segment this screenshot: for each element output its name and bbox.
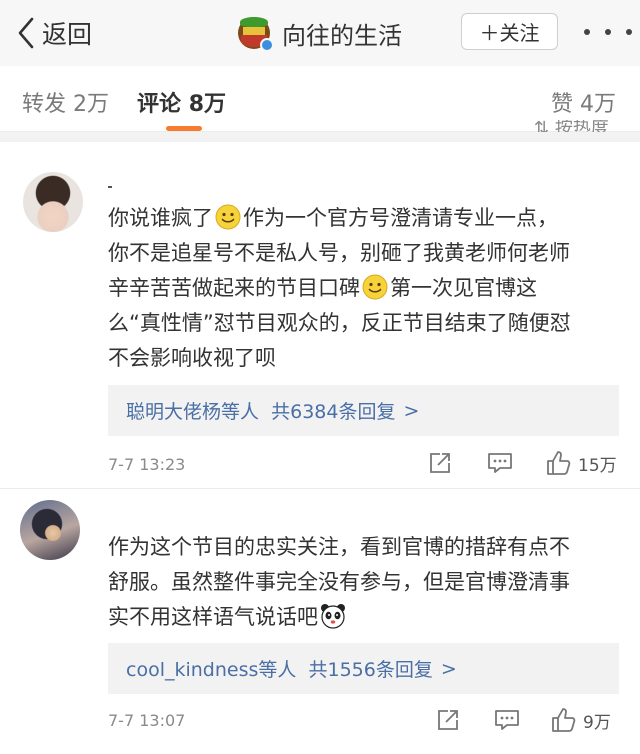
smile-emoji-icon <box>215 204 241 230</box>
page-title: 向往的生活 <box>282 21 402 50</box>
reply-users: 聪明大佬杨等人 <box>126 401 260 423</box>
comment-text-line: 你说谁疯了 作为一个官方号澄清请专业一点， <box>108 202 558 235</box>
account-title[interactable]: 向往的生活 <box>238 14 402 52</box>
comment-text-line: 你不是追星号不是私人号，别砸了我黄老师何老师 <box>108 237 570 270</box>
chevron-right-icon: > <box>440 657 457 680</box>
comment-text-line: 舒服。虽然整件事完全没有参与，但是官博澄清事 <box>108 566 570 599</box>
like-button[interactable]: 15万 <box>546 450 617 476</box>
follow-label: ＋关注 <box>479 21 540 45</box>
tab-repost[interactable]: 转发 2万 <box>22 86 109 118</box>
avatar[interactable] <box>20 500 80 560</box>
back-button[interactable]: 返回 <box>16 14 92 52</box>
smile-emoji-icon <box>362 274 388 300</box>
comment-icon <box>488 453 512 473</box>
comment-icon <box>495 710 519 730</box>
comment-text-line: 不会影响收视了呗 <box>108 342 276 375</box>
like-icon <box>547 451 571 475</box>
panda-emoji-icon <box>320 603 346 629</box>
follow-button[interactable]: ＋关注 <box>461 13 558 50</box>
more-icon[interactable] <box>584 20 632 44</box>
account-logo-icon <box>238 17 274 52</box>
repost-button[interactable] <box>436 708 460 732</box>
chevron-right-icon: > <box>403 399 420 422</box>
back-chevron-icon <box>18 17 34 49</box>
comment-text: 你说谁疯了 <box>108 206 213 230</box>
comment-text-line: 么“真性情”怼节目观众的，反正节目结束了随便怼 <box>108 307 571 340</box>
comment-text-line: 作为这个节目的忠实关注，看到官博的措辞有点不 <box>108 531 570 564</box>
top-nav-bar: 返回 向往的生活 ＋关注 <box>0 0 640 66</box>
comment-time: 7-7 13:23 <box>108 455 186 474</box>
reply-users: cool_kindness等人 <box>126 659 297 681</box>
avatar[interactable] <box>23 172 83 232</box>
repost-icon <box>438 710 458 730</box>
like-count: 15万 <box>578 455 617 476</box>
verified-badge-icon <box>260 38 274 52</box>
comment-text: 舒服。虽然整件事完全没有参与，但是官博澄清事 <box>108 570 570 594</box>
like-button[interactable]: 9万 <box>551 707 611 733</box>
dot-mark <box>108 186 112 188</box>
tab-comments[interactable]: 评论 8万 <box>137 86 226 118</box>
reply-count: 共6384条回复 <box>271 401 396 423</box>
like-count: 9万 <box>583 712 611 733</box>
repost-button[interactable] <box>428 451 452 475</box>
comment-text: 辛辛苦苦做起来的节目口碑 <box>108 276 360 300</box>
comment-text: 你不是追星号不是私人号，别砸了我黄老师何老师 <box>108 241 570 265</box>
comment-text-line: 实不用这样语气说话吧 <box>108 601 348 634</box>
reply-summary[interactable]: cool_kindness等人 共1556条回复 > <box>108 643 619 694</box>
active-tab-indicator <box>166 126 202 131</box>
reply-summary[interactable]: 聪明大佬杨等人 共6384条回复 > <box>108 385 619 436</box>
comment-text: 作为这个节目的忠实关注，看到官博的措辞有点不 <box>108 535 570 559</box>
comment-button[interactable] <box>487 451 513 475</box>
reply-count: 共1556条回复 <box>308 659 433 681</box>
comment-text: 作为一个官方号澄清请专业一点， <box>243 206 558 230</box>
repost-icon <box>430 453 450 473</box>
comment-text-line: 辛辛苦苦做起来的节目口碑 第一次见官博这 <box>108 272 537 305</box>
comment-text: 么“真性情”怼节目观众的，反正节目结束了随便怼 <box>108 311 571 335</box>
comment-time: 7-7 13:07 <box>108 711 186 730</box>
section-gap <box>0 132 640 142</box>
tab-likes[interactable]: 赞 4万 <box>551 86 616 118</box>
comment-button[interactable] <box>494 708 520 732</box>
comment-text: 第一次见官博这 <box>390 276 537 300</box>
comment-text: 实不用这样语气说话吧 <box>108 605 318 629</box>
like-icon <box>552 708 576 732</box>
comment-text: 不会影响收视了呗 <box>108 346 276 370</box>
comment-divider <box>0 488 640 489</box>
back-label: 返回 <box>42 20 93 49</box>
